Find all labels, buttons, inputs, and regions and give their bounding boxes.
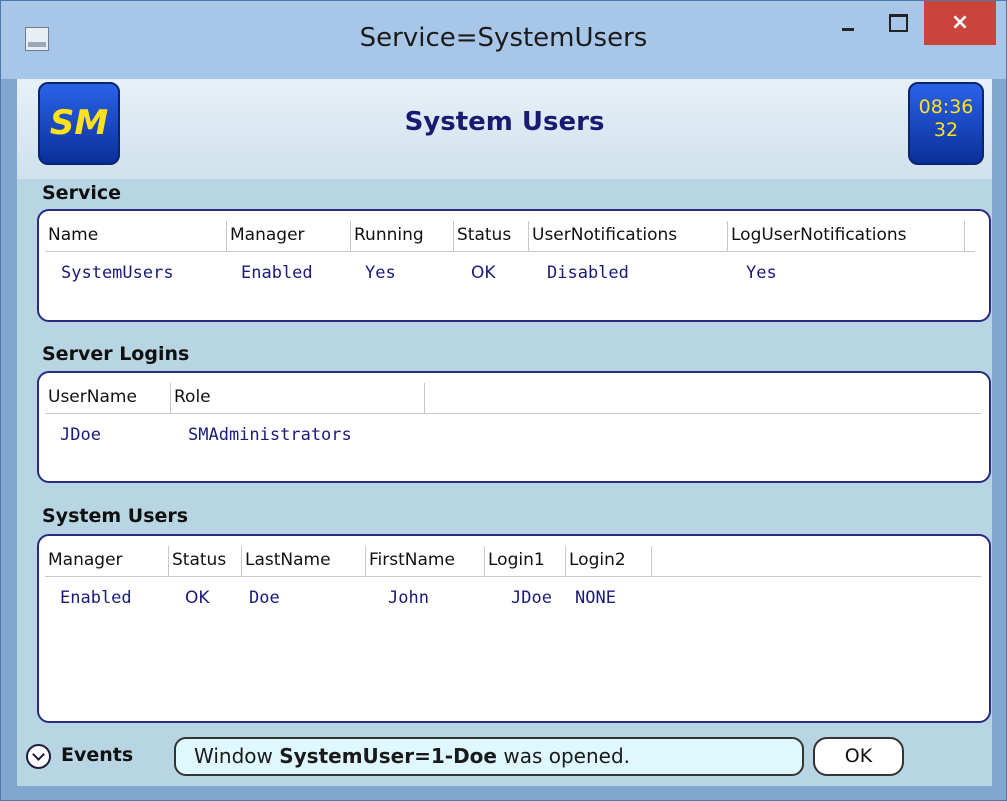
cell-status: OK [471,263,496,283]
client-area: SM System Users 08:36 32 Service Name Ma… [17,79,992,786]
service-table-header: Name Manager Running Status UserNotifica… [45,221,975,252]
cell-lastname: Doe [249,588,280,608]
server-logins-table[interactable]: UserName Role JDoe SMAdministrators [37,371,991,483]
clock-time: 08:36 [918,96,974,118]
cell-username: JDoe [60,425,101,445]
minimize-button[interactable] [823,1,873,45]
title-bar[interactable]: Service=SystemUsers × [1,1,1006,79]
col-header-role[interactable]: Role [171,383,425,414]
event-message-suffix: was opened. [496,744,631,768]
event-message-target: SystemUser=1-Doe [279,744,497,768]
col-header-username[interactable]: UserName [45,383,171,414]
app-window: Service=SystemUsers × SM System Users 08… [0,0,1007,801]
server-logins-section-label: Server Logins [42,343,190,365]
system-users-table-header: Manager Status LastName FirstName Login1… [45,546,981,577]
close-button[interactable]: × [924,1,996,45]
cell-role: SMAdministrators [188,425,352,445]
clock-seconds: 32 [933,119,959,141]
cell-running: Yes [365,263,396,283]
system-users-section-label: System Users [42,505,189,527]
service-table[interactable]: Name Manager Running Status UserNotifica… [37,209,991,322]
col-header-login2[interactable]: Login2 [566,546,652,577]
col-header-firstname[interactable]: FirstName [366,546,485,577]
col-header-status[interactable]: Status [454,221,529,252]
maximize-button[interactable] [873,1,923,45]
col-header-usernotifications[interactable]: UserNotifications [529,221,728,252]
col-header-lastname[interactable]: LastName [242,546,366,577]
cell-name: SystemUsers [61,263,174,283]
col-header-name[interactable]: Name [45,221,227,252]
cell-manager: Enabled [60,588,132,608]
col-header-manager[interactable]: Manager [227,221,351,252]
server-logins-table-header: UserName Role [45,383,981,414]
header: SM System Users 08:36 32 [17,79,992,179]
cell-usernotifications: Disabled [547,263,629,283]
events-label: Events [61,744,134,766]
cell-manager: Enabled [241,263,313,283]
chevron-down-icon[interactable] [26,744,51,769]
col-header-running[interactable]: Running [351,221,454,252]
col-header-logusernotifications[interactable]: LogUserNotifications [728,221,965,252]
cell-login2: NONE [575,588,616,608]
cell-status: OK [185,588,210,608]
event-message-prefix: Window [194,744,280,768]
cell-login1: JDoe [511,588,552,608]
event-message: Window SystemUser=1-Doe was opened. [174,737,804,776]
col-header-login1[interactable]: Login1 [485,546,566,577]
col-header-status[interactable]: Status [169,546,242,577]
cell-logusernotifications: Yes [746,263,777,283]
service-section-label: Service [42,182,121,204]
page-title: System Users [404,107,605,137]
events-bar: Events Window SystemUser=1-Doe was opene… [17,734,992,779]
ok-button[interactable]: OK [813,737,904,776]
clock-display: 08:36 32 [908,82,984,165]
cell-firstname: John [388,588,429,608]
col-header-manager[interactable]: Manager [45,546,169,577]
system-users-table[interactable]: Manager Status LastName FirstName Login1… [37,534,991,723]
